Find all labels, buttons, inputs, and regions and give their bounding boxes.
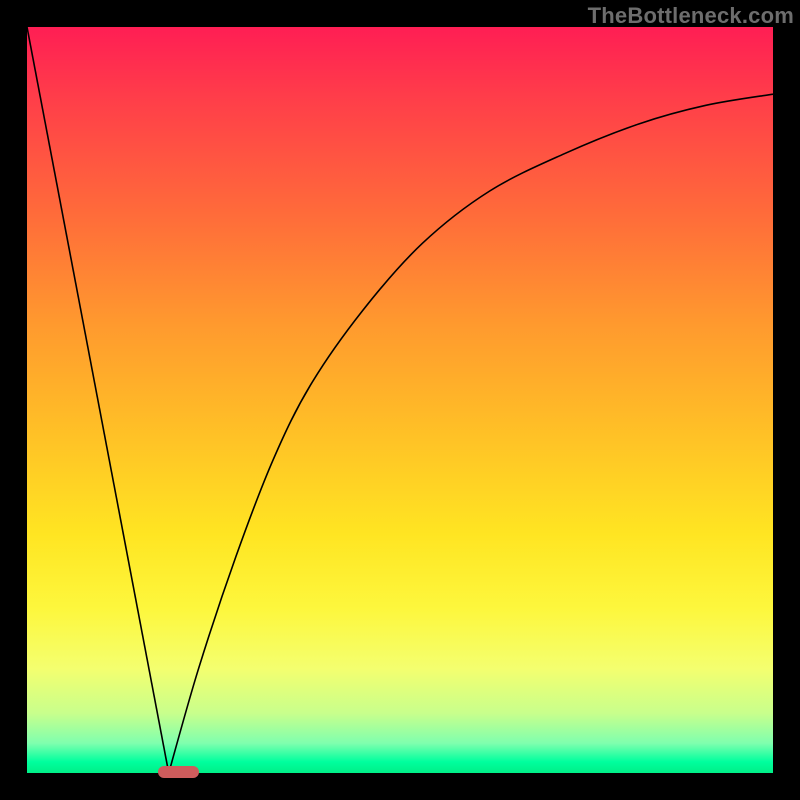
chart-frame bbox=[27, 27, 773, 773]
left-spike-path bbox=[27, 27, 169, 773]
watermark-text: TheBottleneck.com bbox=[588, 3, 794, 29]
curve-layer bbox=[27, 27, 773, 773]
bottom-marker bbox=[158, 766, 199, 778]
right-curve-path bbox=[169, 94, 773, 773]
